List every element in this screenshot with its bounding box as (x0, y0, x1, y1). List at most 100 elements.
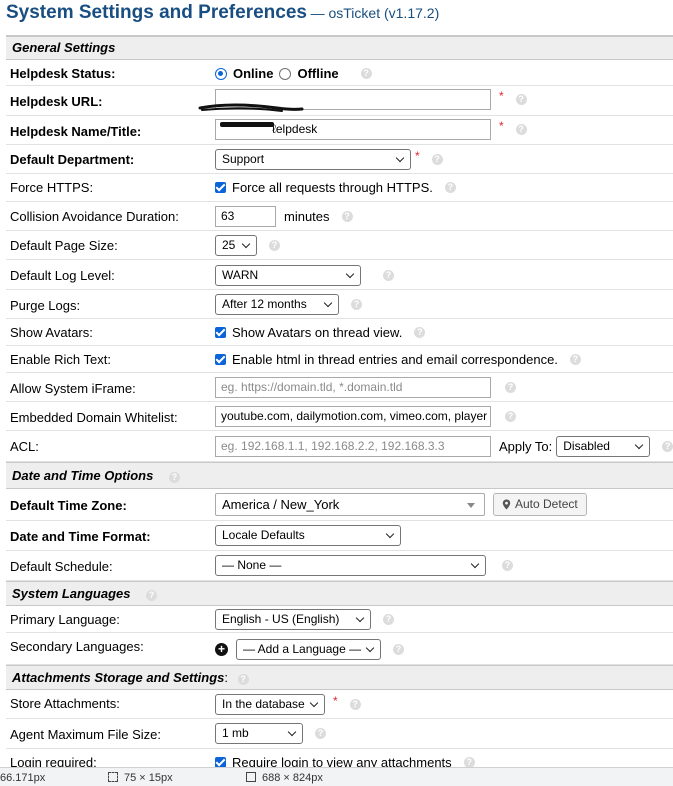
embedded-whitelist-field: youtube.com, dailymotion.com, vimeo.com,… (215, 406, 516, 427)
store-attachments-select[interactable]: In the database (215, 694, 325, 715)
map-marker-icon (502, 499, 511, 510)
page-title: System Settings and Preferences — osTick… (6, 2, 439, 24)
auto-detect-button[interactable]: Auto Detect (493, 493, 587, 516)
help-icon[interactable]: ? (431, 154, 443, 165)
help-icon[interactable]: ? (360, 68, 372, 79)
row-default-department: Default Department: Support * ? (6, 145, 673, 174)
help-icon[interactable]: ? (168, 472, 180, 483)
time-zone-label: Default Time Zone: (10, 498, 127, 513)
help-icon[interactable]: ? (393, 644, 404, 655)
help-icon[interactable]: ? (237, 674, 249, 685)
help-icon[interactable]: ? (505, 411, 516, 422)
required-marker: * (333, 693, 338, 708)
help-icon[interactable]: ? (502, 560, 513, 571)
max-file-size-label: Agent Maximum File Size: (10, 727, 161, 742)
section-datetime: Date and Time Options ? (6, 462, 673, 489)
page-title-version: — osTicket (v1.17.2) (310, 5, 440, 21)
collision-duration-unit: minutes (284, 209, 330, 224)
row-secondary-languages: Secondary Languages: + — Add a Language … (6, 633, 673, 665)
purge-logs-label: Purge Logs: (10, 298, 81, 313)
collision-duration-label: Collision Avoidance Duration: (10, 209, 179, 224)
help-icon[interactable]: ? (505, 382, 516, 393)
datetime-format-field: Locale Defaults (215, 525, 401, 546)
default-schedule-select[interactable]: — None — (215, 555, 486, 576)
online-label: Online (233, 66, 274, 81)
section-general: General Settings (6, 36, 673, 60)
help-icon[interactable]: ? (349, 699, 361, 710)
system-iframe-input[interactable]: eg. https://domain.tld, *.domain.tld (215, 377, 491, 398)
help-icon[interactable]: ? (515, 124, 527, 135)
store-attachments-field: In the database * ? (215, 694, 361, 715)
acl-apply-select[interactable]: Disabled (556, 436, 651, 457)
acl-input[interactable]: eg. 192.168.1.1, 192.168.2.2, 192.168.3.… (215, 436, 491, 457)
embedded-whitelist-label: Embedded Domain Whitelist: (10, 410, 178, 425)
required-marker: * (415, 148, 420, 163)
help-icon[interactable]: ? (351, 299, 362, 310)
collision-duration-input[interactable]: 63 (215, 206, 276, 227)
primary-language-field: English - US (English) ? (215, 609, 394, 630)
offline-radio[interactable] (279, 67, 292, 80)
helpdesk-status-field: Online Offline ? (215, 66, 372, 81)
row-collision-duration: Collision Avoidance Duration: 63 minutes… (6, 202, 673, 231)
online-radio[interactable] (215, 67, 227, 80)
auto-detect-label: Auto Detect (515, 497, 578, 511)
add-language-icon[interactable]: + (215, 643, 228, 656)
max-file-size-select[interactable]: 1 mb (215, 723, 303, 744)
rich-text-checkbox[interactable] (215, 354, 226, 365)
default-department-select[interactable]: Support (215, 149, 411, 170)
rich-text-text: Enable html in thread entries and email … (232, 352, 558, 367)
help-icon[interactable]: ? (662, 441, 673, 452)
row-force-https: Force HTTPS: Force all requests through … (6, 174, 673, 202)
redaction-mark (220, 122, 274, 127)
purge-logs-select[interactable]: After 12 months (215, 294, 339, 315)
force-https-checkbox[interactable] (215, 182, 226, 193)
page-size-label: Default Page Size: (10, 238, 118, 253)
helpdesk-url-label: Helpdesk URL: (10, 94, 103, 109)
row-default-schedule: Default Schedule: — None — ? (6, 551, 673, 581)
show-avatars-text: Show Avatars on thread view. (232, 325, 403, 340)
help-icon[interactable]: ? (269, 240, 280, 251)
helpdesk-status-label: Helpdesk Status: (10, 66, 116, 81)
page-size-field: 25 ? (215, 235, 280, 256)
required-marker: * (499, 88, 504, 103)
devtools-selection-size: 75 × 15px (108, 772, 173, 784)
primary-language-select[interactable]: English - US (English) (215, 609, 371, 630)
help-icon[interactable]: ? (146, 590, 158, 601)
log-level-select[interactable]: WARN (215, 265, 361, 286)
row-store-attachments: Store Attachments: In the database * ? (6, 690, 673, 719)
page-size-select[interactable]: 25 (215, 235, 257, 256)
store-attachments-label: Store Attachments: (10, 696, 120, 711)
show-avatars-field: Show Avatars on thread view. ? (215, 325, 426, 340)
page-title-main: System Settings and Preferences (6, 2, 307, 23)
force-https-label: Force HTTPS: (10, 180, 94, 195)
section-datetime-title: Date and Time Options (12, 468, 154, 483)
viewport-icon (246, 772, 256, 782)
section-languages: System Languages ? (6, 581, 673, 606)
help-icon[interactable]: ? (444, 182, 456, 193)
max-file-size-field: 1 mb ? (215, 723, 326, 744)
time-zone-select[interactable]: America / New_York (215, 493, 485, 516)
help-icon[interactable]: ? (341, 211, 353, 222)
rich-text-field: Enable html in thread entries and email … (215, 352, 581, 367)
acl-label: ACL: (10, 439, 39, 454)
help-icon[interactable]: ? (383, 270, 394, 281)
log-level-label: Default Log Level: (10, 268, 115, 283)
primary-language-label: Primary Language: (10, 612, 120, 627)
help-icon[interactable]: ? (383, 614, 394, 625)
selection-icon (108, 772, 118, 782)
help-icon[interactable]: ? (569, 354, 581, 365)
row-page-size: Default Page Size: 25 ? (6, 231, 673, 260)
force-https-text: Force all requests through HTTPS. (232, 180, 433, 195)
devtools-status-bar: 66.171px 75 × 15px 688 × 824px (0, 767, 673, 786)
row-helpdesk-status: Helpdesk Status: Online Offline ? (6, 60, 673, 86)
embedded-whitelist-input[interactable]: youtube.com, dailymotion.com, vimeo.com,… (215, 406, 491, 427)
show-avatars-checkbox[interactable] (215, 327, 226, 338)
help-icon[interactable]: ? (414, 327, 426, 338)
row-system-iframe: Allow System iFrame: eg. https://domain.… (6, 373, 673, 402)
add-language-select[interactable]: — Add a Language — (236, 639, 381, 660)
help-icon[interactable]: ? (315, 728, 326, 739)
datetime-format-select[interactable]: Locale Defaults (215, 525, 401, 546)
row-rich-text: Enable Rich Text: Enable html in thread … (6, 346, 673, 373)
row-datetime-format: Date and Time Format: Locale Defaults (6, 521, 673, 551)
help-icon[interactable]: ? (515, 94, 527, 105)
